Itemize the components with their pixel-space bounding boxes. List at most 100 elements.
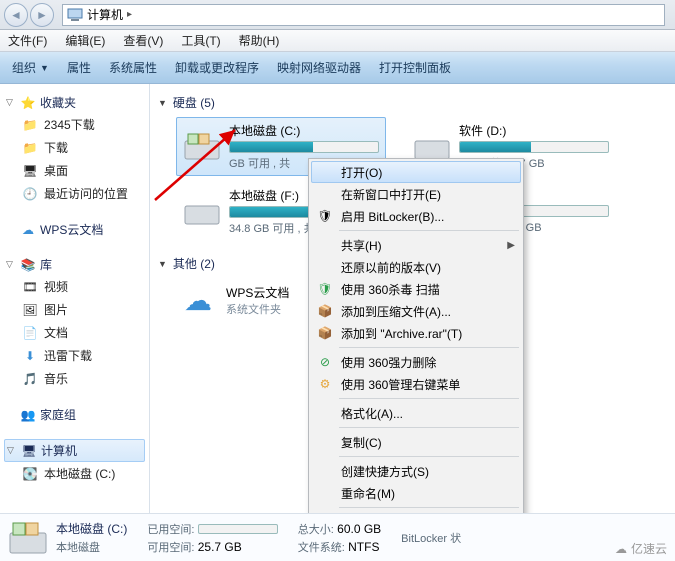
- menu-add-archive[interactable]: 📦添加到压缩文件(A)...: [311, 300, 521, 322]
- status-name: 本地磁盘 (C:): [56, 520, 127, 537]
- wps-head[interactable]: ☁WPS云文档: [4, 219, 145, 240]
- star-icon: ⭐: [20, 95, 36, 111]
- homegroup-head[interactable]: 👥家庭组: [4, 404, 145, 425]
- menu-360context[interactable]: ⚙使用 360管理右键菜单: [311, 373, 521, 395]
- menu-add-rar[interactable]: 📦添加到 "Archive.rar"(T): [311, 322, 521, 344]
- computer-head[interactable]: ▽🖥计算机: [4, 439, 145, 462]
- chevron-down-icon: ▼: [40, 63, 49, 73]
- address-bar[interactable]: 计算机 ▸: [62, 4, 665, 26]
- collapse-icon: ▽: [6, 97, 16, 108]
- collapse-icon: ▼: [158, 98, 167, 108]
- menu-bitlocker[interactable]: 🛡启用 BitLocker(B)...: [311, 205, 521, 227]
- video-icon: 🎞: [22, 279, 38, 295]
- menu-separator: [339, 456, 519, 457]
- menu-copy[interactable]: 复制(C): [311, 431, 521, 453]
- sidebar-item-drive-c[interactable]: 💽本地磁盘 (C:): [4, 462, 145, 485]
- menu-360scan[interactable]: 🛡使用 360杀毒 扫描: [311, 278, 521, 300]
- menu-open[interactable]: 打开(O): [311, 161, 521, 183]
- archive-icon: 📦: [317, 325, 333, 341]
- computer-icon: 🖥: [21, 443, 37, 459]
- control-panel-button[interactable]: 打开控制面板: [379, 59, 451, 76]
- toolbar: 组织 ▼ 属性 系统属性 卸载或更改程序 映射网络驱动器 打开控制面板: [0, 52, 675, 84]
- organize-button[interactable]: 组织 ▼: [12, 59, 49, 76]
- menu-format[interactable]: 格式化(A)...: [311, 402, 521, 424]
- collapse-icon: ▽: [7, 445, 17, 456]
- usage-bar: [229, 141, 379, 153]
- uninstall-button[interactable]: 卸载或更改程序: [175, 59, 259, 76]
- menu-new-window[interactable]: 在新窗口中打开(E): [311, 183, 521, 205]
- watermark: ☁亿速云: [615, 540, 667, 557]
- settings-icon: ⚙: [317, 376, 333, 392]
- menu-bar: 文件(F) 编辑(E) 查看(V) 工具(T) 帮助(H): [0, 30, 675, 52]
- menu-help[interactable]: 帮助(H): [235, 30, 284, 51]
- download-icon: ⬇: [22, 348, 38, 364]
- menu-rename[interactable]: 重命名(M): [311, 482, 521, 504]
- delete-icon: ⊘: [317, 354, 333, 370]
- breadcrumb-label[interactable]: 计算机: [87, 6, 123, 23]
- menu-restore[interactable]: 还原以前的版本(V): [311, 256, 521, 278]
- cloud-icon: ☁: [20, 222, 36, 238]
- folder-icon: 📁: [22, 117, 38, 133]
- menu-separator: [339, 427, 519, 428]
- drive-name: 本地磁盘 (C:): [229, 122, 379, 139]
- menu-separator: [339, 507, 519, 508]
- drive-icon: [183, 197, 221, 227]
- drive-icon: [413, 132, 451, 162]
- computer-icon: [67, 7, 83, 23]
- wps-sub: 系统文件夹: [226, 301, 289, 317]
- context-menu: 打开(O) 在新窗口中打开(E) 🛡启用 BitLocker(B)... 共享(…: [308, 158, 524, 536]
- folder-icon: 📁: [22, 140, 38, 156]
- sidebar-item-music[interactable]: 🎵音乐: [4, 367, 145, 390]
- desktop-icon: 🖥: [22, 163, 38, 179]
- sidebar-item-pictures[interactable]: 🖼图片: [4, 298, 145, 321]
- archive-icon: 📦: [317, 303, 333, 319]
- status-sub: 本地磁盘: [56, 539, 127, 555]
- chevron-right-icon[interactable]: ▸: [127, 9, 132, 20]
- menu-tools[interactable]: 工具(T): [177, 30, 224, 51]
- menu-edit[interactable]: 编辑(E): [61, 30, 109, 51]
- document-icon: 📄: [22, 325, 38, 341]
- sidebar-item-downloads[interactable]: 📁下载: [4, 136, 145, 159]
- sidebar-item-desktop[interactable]: 🖥桌面: [4, 159, 145, 182]
- menu-view[interactable]: 查看(V): [119, 30, 167, 51]
- submenu-arrow-icon: ▶: [507, 240, 515, 251]
- menu-shortcut[interactable]: 创建快捷方式(S): [311, 460, 521, 482]
- drive-icon: [8, 518, 48, 558]
- collapse-icon: ▽: [6, 259, 16, 270]
- menu-share[interactable]: 共享(H)▶: [311, 234, 521, 256]
- sidebar-item-2345[interactable]: 📁2345下载: [4, 113, 145, 136]
- sidebar: ▽⭐收藏夹 📁2345下载 📁下载 🖥桌面 🕘最近访问的位置 ☁WPS云文档 ▽…: [0, 84, 150, 513]
- properties-button[interactable]: 属性: [67, 59, 91, 76]
- recent-icon: 🕘: [22, 186, 38, 202]
- menu-file[interactable]: 文件(F): [4, 30, 51, 51]
- menu-separator: [339, 230, 519, 231]
- sidebar-item-xunlei[interactable]: ⬇迅雷下载: [4, 344, 145, 367]
- nav-forward-button[interactable]: ►: [30, 3, 54, 27]
- sidebar-item-documents[interactable]: 📄文档: [4, 321, 145, 344]
- drive-icon: 💽: [22, 466, 38, 482]
- drive-name: 软件 (D:): [459, 122, 609, 139]
- system-properties-button[interactable]: 系统属性: [109, 59, 157, 76]
- shield-icon: 🛡: [317, 208, 333, 224]
- picture-icon: 🖼: [22, 302, 38, 318]
- homegroup-icon: 👥: [20, 407, 36, 423]
- favorites-head[interactable]: ▽⭐收藏夹: [4, 92, 145, 113]
- libraries-head[interactable]: ▽📚库: [4, 254, 145, 275]
- music-icon: 🎵: [22, 371, 38, 387]
- section-disks[interactable]: ▼硬盘 (5): [158, 94, 667, 111]
- drive-icon: [183, 132, 221, 162]
- menu-force-delete[interactable]: ⊘使用 360强力删除: [311, 351, 521, 373]
- nav-back-button[interactable]: ◄: [4, 3, 28, 27]
- menu-separator: [339, 347, 519, 348]
- map-drive-button[interactable]: 映射网络驱动器: [277, 59, 361, 76]
- library-icon: 📚: [20, 257, 36, 273]
- menu-separator: [339, 398, 519, 399]
- collapse-icon: ▼: [158, 259, 167, 269]
- sidebar-item-videos[interactable]: 🎞视频: [4, 275, 145, 298]
- shield-icon: 🛡: [317, 281, 333, 297]
- usage-bar: [459, 141, 609, 153]
- cloud-icon: ☁: [180, 282, 216, 318]
- status-bar: 本地磁盘 (C:) 本地磁盘 已用空间: 可用空间: 25.7 GB 总大小: …: [0, 513, 675, 561]
- title-bar: ◄ ► 计算机 ▸: [0, 0, 675, 30]
- sidebar-item-recent[interactable]: 🕘最近访问的位置: [4, 182, 145, 205]
